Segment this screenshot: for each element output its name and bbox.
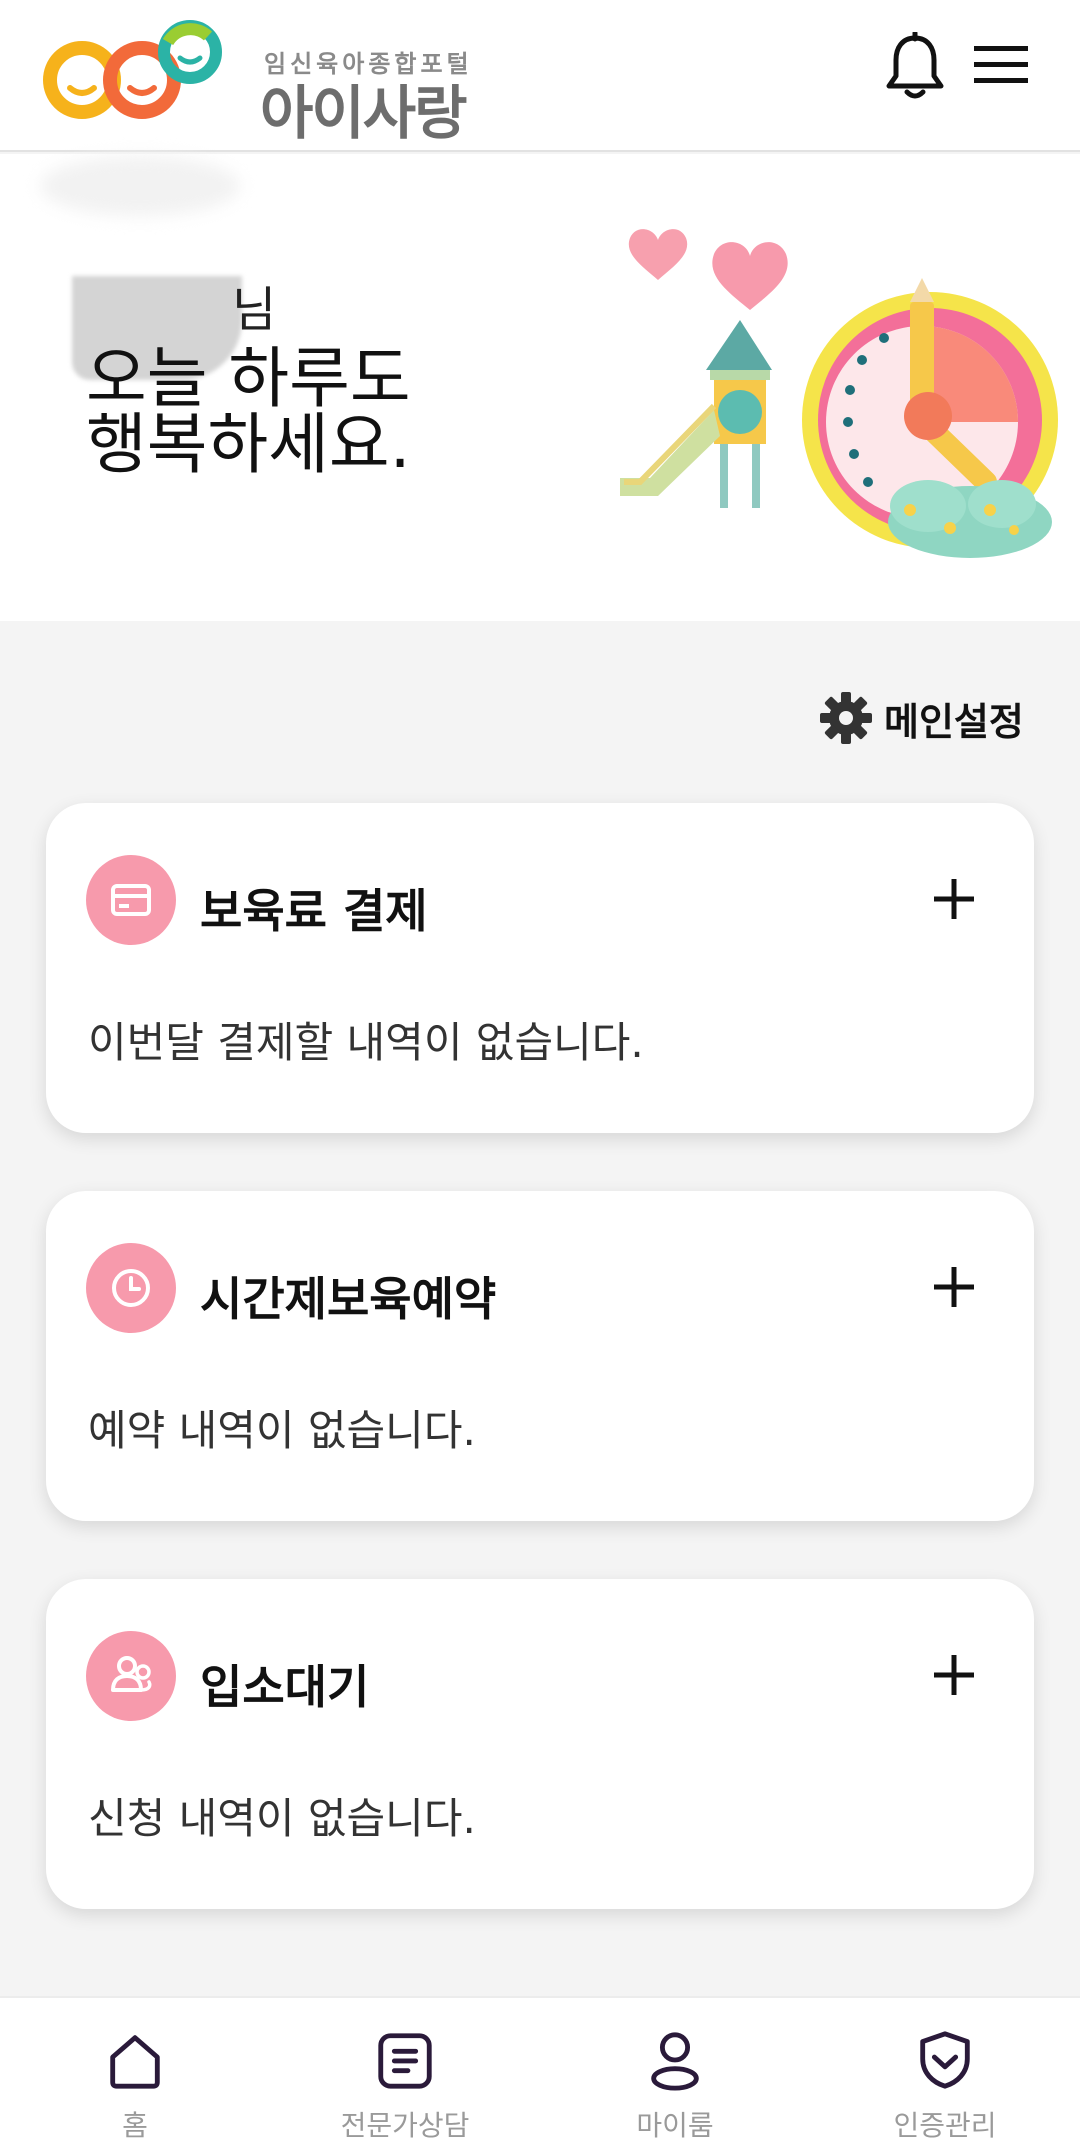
gear-icon (820, 692, 872, 744)
home-icon (110, 2035, 160, 2089)
card-empty-message: 신청 내역이 없습니다. (88, 1794, 476, 1843)
logo-mark-icon (43, 20, 222, 119)
card-empty-message: 예약 내역이 없습니다. (88, 1406, 476, 1455)
greeting-message: 오늘 하루도 행복하세요. (86, 340, 411, 483)
main-settings-label: 메인설정 (884, 699, 1024, 744)
person-icon (651, 2032, 699, 2091)
notification-bell-icon[interactable] (884, 30, 946, 102)
nav-item-myroom[interactable]: 마이룸 (565, 1998, 785, 2142)
main-settings-button[interactable]: 메인설정 (818, 690, 1024, 746)
shield-icon (920, 2031, 970, 2089)
playground-clock-illustration (620, 229, 1058, 558)
card-title: 보육료 결제 (200, 884, 428, 938)
greeting-banner: 님 오늘 하루도 행복하세요. (0, 154, 1080, 621)
portal-logo[interactable]: 임신육아종합포털 아이사랑 (42, 14, 482, 147)
people-icon (86, 1631, 176, 1721)
nav-item-consultation[interactable]: 전문가상담 (295, 1998, 515, 2142)
plus-icon[interactable] (922, 867, 986, 931)
top-header: 임신육아종합포털 아이사랑 (0, 0, 1080, 152)
card-title: 시간제보육예약 (200, 1272, 497, 1326)
clock-icon (86, 1243, 176, 1333)
card-title: 입소대기 (200, 1660, 370, 1714)
nav-label: 전문가상담 (340, 2109, 470, 2142)
blurred-area (40, 156, 240, 216)
nav-item-auth[interactable]: 인증관리 (835, 1998, 1055, 2142)
hamburger-menu-icon[interactable] (972, 40, 1030, 90)
plus-icon[interactable] (922, 1643, 986, 1707)
document-icon (378, 2033, 432, 2089)
username-suffix: 님 (232, 282, 277, 338)
plus-icon[interactable] (922, 1255, 986, 1319)
hourly-care-card[interactable]: 시간제보육예약 예약 내역이 없습니다. (46, 1191, 1034, 1521)
nav-item-home[interactable]: 홈 (25, 1998, 245, 2142)
bottom-navigation: 홈 전문가상담 마이룸 인증관리 (0, 1996, 1080, 2142)
nav-label: 인증관리 (893, 2109, 997, 2142)
admission-waiting-card[interactable]: 입소대기 신청 내역이 없습니다. (46, 1579, 1034, 1909)
logo-title: 아이사랑 (260, 79, 467, 147)
nav-label: 마이룸 (636, 2109, 714, 2142)
payment-card-icon (86, 855, 176, 945)
app-screen: 임신육아종합포털 아이사랑 님 오늘 하루도 행복하세요. 메인설정 보육료 결… (0, 0, 1080, 2142)
payment-card[interactable]: 보육료 결제 이번달 결제할 내역이 없습니다. (46, 803, 1034, 1133)
card-empty-message: 이번달 결제할 내역이 없습니다. (88, 1018, 644, 1067)
nav-label: 홈 (122, 2109, 148, 2142)
